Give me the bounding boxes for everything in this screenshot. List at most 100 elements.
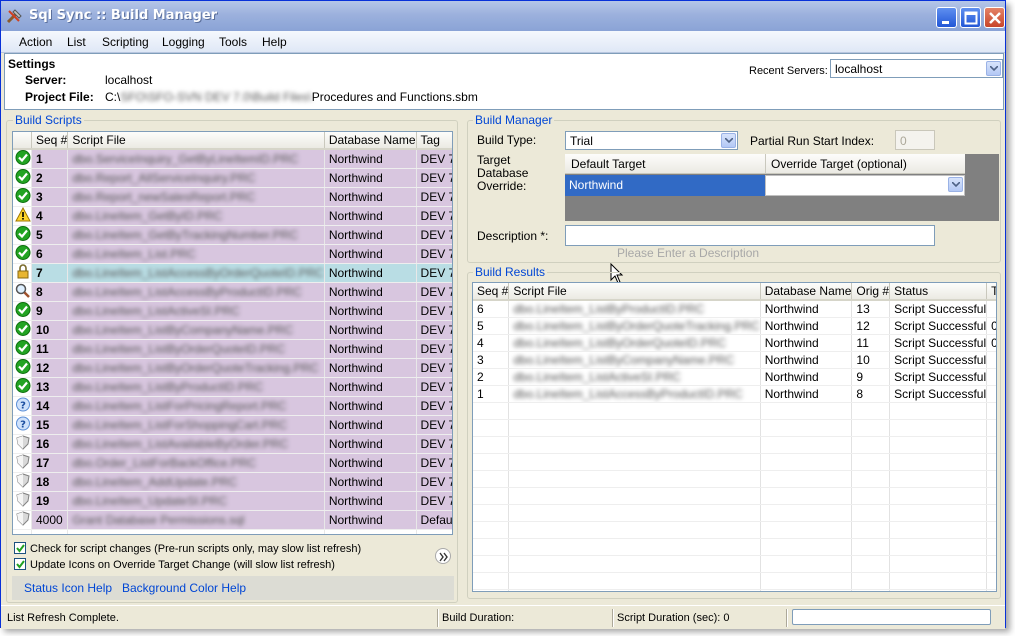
recent-servers-dropdown[interactable]: localhost bbox=[830, 59, 1003, 78]
database-name-cell: Northwind bbox=[324, 263, 417, 283]
project-path-file: Procedures and Functions.sbm bbox=[311, 90, 478, 104]
build-results-grid[interactable]: Seq # Script File Database Name Orig # S… bbox=[472, 282, 997, 592]
tag-cell: DEV 7.0 bbox=[416, 244, 452, 264]
col-status[interactable]: Status bbox=[889, 283, 988, 301]
target-override-grid[interactable]: Default Target Override Target (optional… bbox=[565, 154, 999, 221]
table-row[interactable]: 5 dbo.LineItem_ListByOrderQuoteTracking.P… bbox=[473, 317, 996, 335]
build-type-dropdown[interactable]: Trial bbox=[565, 131, 738, 150]
partial-run-value: 0 bbox=[900, 134, 907, 148]
check-script-changes-row[interactable]: Check for script changes (Pre-run script… bbox=[14, 542, 361, 555]
table-row[interactable]: 4000 Grant Database Permissions.sql Northw… bbox=[13, 510, 452, 530]
table-row[interactable]: 12 dbo.LineItem_ListByOrderQuoteTracking.… bbox=[13, 358, 452, 378]
table-row[interactable]: 11 dbo.LineItem_ListByOrderQuoteID.PRC Nor… bbox=[13, 339, 452, 359]
check-script-changes-checkbox[interactable] bbox=[14, 542, 26, 554]
seq-cell: 8 bbox=[31, 282, 69, 302]
build-scripts-table: Seq # Script File Database Name Tag 1 dbo… bbox=[13, 132, 452, 534]
empty-row bbox=[473, 487, 996, 505]
script-file-name: dbo.ServiceInquiry_GetByLineItemID.PRC bbox=[72, 152, 299, 166]
col-time[interactable]: Time bbox=[986, 283, 996, 301]
chevron-down-icon[interactable] bbox=[721, 133, 736, 148]
col-icon[interactable] bbox=[13, 132, 32, 150]
table-row[interactable]: 10 dbo.LineItem_ListByCompanyName.PRC Nort… bbox=[13, 320, 452, 340]
table-row[interactable]: 4 dbo.LineItem_ListByOrderQuoteID.PRC Nort… bbox=[473, 334, 996, 352]
background-color-help-link[interactable]: Background Color Help bbox=[122, 581, 246, 595]
table-row[interactable]: 2 dbo.LineItem_ListActiveSI.PRC Northwind 9… bbox=[473, 368, 996, 386]
checkmark-icon bbox=[16, 544, 25, 553]
script-file-cell: dbo.LineItem_ListByCompanyName.PRC bbox=[508, 351, 761, 369]
table-row[interactable]: 17 dbo.Order_ListForBackOffice.PRC Northwi… bbox=[13, 453, 452, 473]
database-name-cell: Northwind bbox=[324, 225, 417, 245]
expand-chevrons-button[interactable] bbox=[435, 548, 451, 564]
override-target-dropdown[interactable] bbox=[765, 175, 965, 196]
table-row[interactable]: 6dbo.LineItem_List.PRC NorthwindDEV 7.0 bbox=[13, 244, 452, 264]
table-row[interactable]: 9 dbo.LineItem_ListActiveSI.PRC Northwind D… bbox=[13, 301, 452, 321]
table-row[interactable]: 3 dbo.LineItem_ListByCompanyName.PRC North… bbox=[473, 351, 996, 369]
table-row[interactable]: 5 dbo.LineItem_GetByTrackingNumber.PRC Nor… bbox=[13, 225, 452, 245]
magnifier-icon bbox=[13, 282, 32, 302]
col-seq[interactable]: Seq # bbox=[31, 132, 69, 150]
table-row[interactable]: 8 dbo.LineItem_ListAccessByProductID.PRC N… bbox=[13, 282, 452, 302]
script-file-cell: dbo.LineItem_ListForShoppingCart.PRC bbox=[67, 415, 325, 435]
title-bar[interactable]: Sql Sync :: Build Manager bbox=[1, 1, 1005, 31]
default-target-cell[interactable]: Northwind bbox=[565, 175, 765, 196]
menu-action[interactable]: Action bbox=[19, 35, 52, 49]
check-icon bbox=[13, 339, 32, 359]
script-file-cell: dbo.LineItem_ListAccessByProductID.PRC bbox=[508, 385, 761, 403]
script-file-name: dbo.LineItem_ListAvailableByOrder.PRC bbox=[72, 437, 289, 451]
table-row[interactable]: 13 dbo.LineItem_ListByProductID.PRC Northw… bbox=[13, 377, 452, 397]
col-seq[interactable]: Seq # bbox=[473, 283, 510, 301]
close-button[interactable] bbox=[984, 7, 1005, 28]
menu-logging[interactable]: Logging bbox=[162, 35, 205, 49]
seq-cell: 4 bbox=[31, 206, 69, 226]
table-row[interactable]: ? 14 dbo.LineItem_ListForPricingReport.PRC… bbox=[13, 396, 452, 416]
seq-cell: 10 bbox=[31, 320, 69, 340]
description-input[interactable] bbox=[565, 225, 935, 246]
table-row[interactable]: ? 15 dbo.LineItem_ListForShoppingCart.PRC N… bbox=[13, 415, 452, 435]
table-row[interactable]: 16 dbo.LineItem_ListAvailableByOrder.PRC N… bbox=[13, 434, 452, 454]
menu-list[interactable]: List bbox=[67, 35, 86, 49]
build-results-table: Seq # Script File Database Name Orig # S… bbox=[473, 283, 996, 591]
checkmark-icon bbox=[16, 560, 25, 569]
table-row[interactable]: 3 dbo.Report_newSalesReport.PRC Northwind D… bbox=[13, 187, 452, 207]
status-icon-help-link[interactable]: Status Icon Help bbox=[24, 581, 112, 595]
empty-row bbox=[473, 436, 996, 454]
menu-scripting[interactable]: Scripting bbox=[102, 35, 149, 49]
table-row[interactable]: 6 dbo.LineItem_ListByProductID.PRC Northwi… bbox=[473, 300, 996, 318]
script-file-name: dbo.Order_ListForBackOffice.PRC bbox=[72, 456, 257, 470]
table-row[interactable]: 1 dbo.LineItem_ListAccessByProductID.PRC N… bbox=[473, 385, 996, 403]
script-file-name: dbo.LineItem_ListByOrderQuoteTracking.PR… bbox=[513, 318, 760, 333]
partial-run-input[interactable]: 0 bbox=[895, 130, 935, 150]
update-icons-row[interactable]: Update Icons on Override Target Change (… bbox=[14, 558, 335, 571]
col-database-name[interactable]: Database Name bbox=[324, 132, 417, 150]
chevron-down-icon[interactable] bbox=[948, 177, 963, 192]
override-target-header[interactable]: Override Target (optional) bbox=[771, 157, 907, 171]
seq-cell: 7 bbox=[31, 263, 69, 283]
table-row[interactable]: 18 dbo.LineItem_AddUpdate.PRC Northwind DEV… bbox=[13, 472, 452, 492]
default-target-header[interactable]: Default Target bbox=[571, 157, 646, 171]
build-type-label: Build Type: bbox=[477, 133, 537, 147]
menu-tools[interactable]: Tools bbox=[219, 35, 247, 49]
col-script-file[interactable]: Script File bbox=[67, 132, 325, 150]
minimize-button[interactable] bbox=[936, 7, 957, 28]
update-icons-checkbox[interactable] bbox=[14, 558, 26, 570]
table-row[interactable]: 7 dbo.LineItem_ListAccessByOrderQuoteID.P… bbox=[13, 263, 452, 283]
build-results-title: Build Results bbox=[473, 265, 548, 279]
chevron-down-icon[interactable] bbox=[986, 61, 1001, 76]
script-file-name: dbo.LineItem_ListByOrderQuoteTracking.PR… bbox=[72, 361, 319, 375]
tag-cell: DEV 7.0 bbox=[416, 320, 452, 340]
table-row[interactable]: 2 dbo.Report_AllServiceInquiry.PRC Northwi… bbox=[13, 168, 452, 188]
table-row[interactable]: 4dbo.LineItem_GetByID.PRC NorthwindDEV 7.… bbox=[13, 206, 452, 226]
table-row[interactable]: 1 dbo.ServiceInquiry_GetByLineItemID.PRC N… bbox=[13, 149, 452, 169]
script-file-cell: dbo.Order_ListForBackOffice.PRC bbox=[67, 453, 325, 473]
col-script-file[interactable]: Script File bbox=[508, 283, 761, 301]
col-database-name[interactable]: Database Name bbox=[760, 283, 853, 301]
col-orig[interactable]: Orig # bbox=[851, 283, 891, 301]
col-tag[interactable]: Tag bbox=[416, 132, 452, 150]
menu-help[interactable]: Help bbox=[262, 35, 287, 49]
help-links-bar: Status Icon Help Background Color Help bbox=[12, 576, 454, 600]
build-scripts-grid[interactable]: Seq # Script File Database Name Tag 1 dbo… bbox=[12, 131, 453, 535]
script-file-name: dbo.LineItem_UpdateSI.PRC bbox=[72, 494, 228, 508]
table-row[interactable]: 19 dbo.LineItem_UpdateSI.PRC Northwind DEV … bbox=[13, 491, 452, 511]
tag-cell: DEV 7.0 bbox=[416, 453, 452, 473]
maximize-button[interactable] bbox=[960, 7, 981, 28]
